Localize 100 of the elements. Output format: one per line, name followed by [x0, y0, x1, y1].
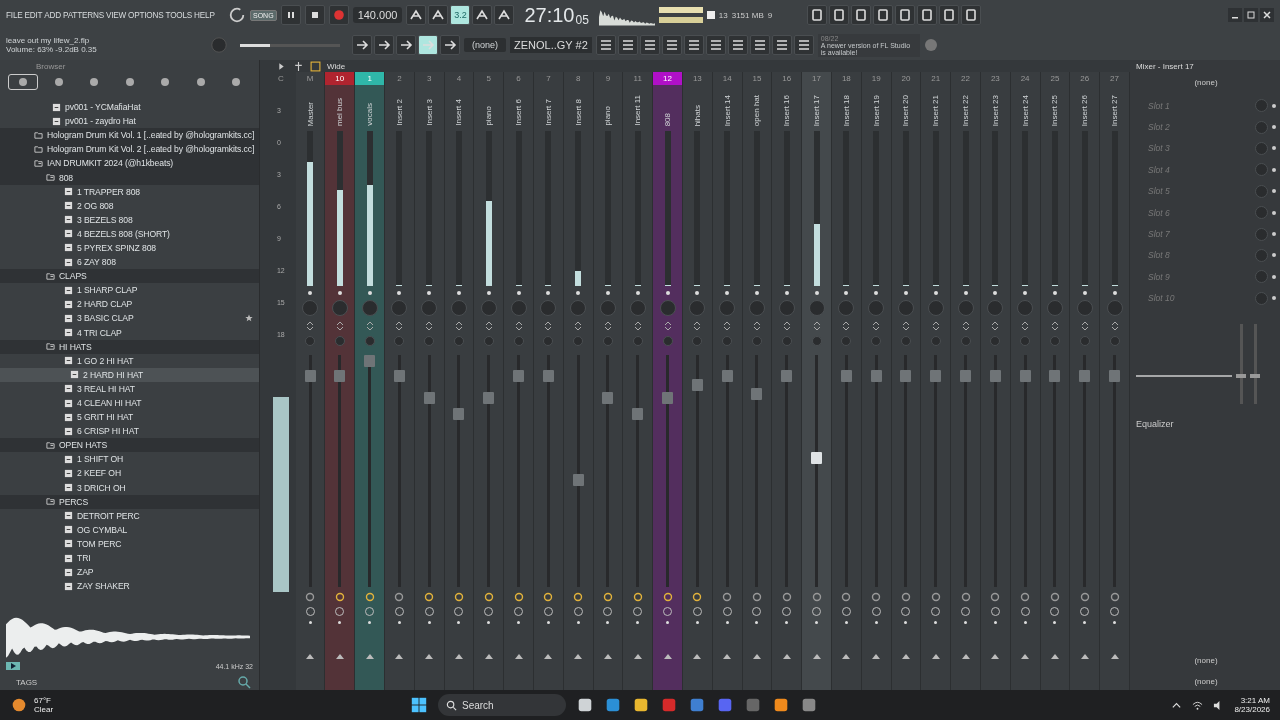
insert-name[interactable]: Insert 23	[990, 94, 1000, 126]
enable-dot[interactable]	[725, 291, 730, 295]
fx-enable-icon[interactable]	[632, 592, 643, 602]
enable-dot[interactable]	[576, 291, 581, 295]
route-dot[interactable]	[427, 621, 431, 624]
insert-name[interactable]: Insert 22	[961, 94, 971, 126]
fx-enable-icon[interactable]	[394, 592, 405, 602]
stereo-arrows-icon[interactable]	[692, 321, 703, 331]
sample-item[interactable]: pv001 - zaydro Hat	[65, 116, 136, 127]
insert-name[interactable]: Insert 11	[633, 95, 643, 126]
enable-dot[interactable]	[874, 291, 879, 295]
mixer-strip[interactable]: 23 Insert 23	[980, 72, 1011, 690]
stereo-arrows-icon[interactable]	[394, 321, 405, 331]
route-dot[interactable]	[1053, 621, 1057, 624]
stereo-arrows-icon[interactable]	[751, 321, 762, 331]
stereo-arrows-icon[interactable]	[662, 321, 673, 331]
insert-name[interactable]: Insert 8	[573, 99, 583, 126]
stereo-arrows-icon[interactable]	[871, 321, 882, 331]
stereo-arrows-icon[interactable]	[305, 321, 315, 331]
route-dot[interactable]	[1023, 621, 1027, 624]
master-volume-slider[interactable]	[240, 43, 340, 47]
fx-enable-icon[interactable]	[871, 592, 882, 602]
enable-dot[interactable]	[1112, 291, 1117, 295]
enable-dot[interactable]	[754, 291, 759, 295]
pause-button[interactable]	[280, 5, 301, 25]
stereo-arrows-icon[interactable]	[602, 321, 613, 331]
mixer-strip[interactable]: 22 Insert 22	[951, 72, 981, 690]
fx-enable-icon[interactable]	[305, 592, 315, 602]
enable-dot[interactable]	[308, 291, 312, 295]
mixer-strip[interactable]: 16 Insert 16	[772, 72, 803, 690]
sample-item[interactable]: 6 CRISP HI HAT	[77, 426, 139, 437]
mixer-strip[interactable]: 17 Insert 17	[802, 72, 832, 690]
fx-enable-icon[interactable]	[1109, 592, 1120, 602]
mixer-strip[interactable]: 24 Insert 24	[1010, 72, 1041, 690]
sample-item[interactable]: ZAP	[77, 567, 94, 578]
taskbar-search-field[interactable]: Search	[438, 694, 566, 716]
mixer-strip[interactable]: 12 808	[653, 72, 683, 690]
menu-item[interactable]: VIEW	[105, 10, 127, 20]
enable-dot[interactable]	[665, 291, 670, 295]
route-dot[interactable]	[755, 621, 759, 624]
route-dot[interactable]	[964, 621, 968, 624]
enable-dot[interactable]	[397, 291, 402, 295]
input-dropdown[interactable]: (none)	[1194, 78, 1218, 87]
folder-item[interactable]: HI HATS	[59, 341, 92, 352]
sample-item[interactable]: TOM PERC	[77, 538, 122, 549]
stereo-arrows-icon[interactable]	[841, 321, 852, 331]
arrow-right-icon[interactable]	[374, 35, 394, 55]
folder-item[interactable]: 808	[59, 172, 74, 183]
mixer-strip[interactable]: 27 Insert 27	[1100, 72, 1130, 690]
wifi-icon[interactable]	[1192, 699, 1204, 711]
pattern-dropdown[interactable]: (none)	[464, 38, 506, 52]
insert-name[interactable]: Insert 7	[543, 99, 553, 126]
mixer-strip[interactable]: 6 Insert 6	[504, 72, 534, 690]
fx-enable-icon[interactable]	[841, 592, 852, 602]
mixer-strip[interactable]: 10 mel bus	[325, 72, 356, 690]
stereo-arrows-icon[interactable]	[334, 321, 345, 331]
mixer-strip[interactable]: 20 Insert 20	[891, 72, 922, 690]
route-dot[interactable]	[546, 621, 550, 624]
fx-enable-icon[interactable]	[960, 592, 971, 602]
pattern-selector[interactable]: ZENOL..GY #2	[510, 37, 592, 53]
close-button[interactable]	[1260, 8, 1274, 22]
enable-dot[interactable]	[963, 291, 968, 295]
sample-item[interactable]: OG CYMBAL	[77, 524, 128, 535]
fx-enable-icon[interactable]	[334, 592, 345, 602]
mixer-strip[interactable]: 21 Insert 21	[921, 72, 952, 690]
sample-item[interactable]: 4 TRI CLAP	[77, 327, 122, 338]
route-dot[interactable]	[457, 621, 461, 624]
mixer-strip[interactable]: 14 Insert 14	[712, 72, 743, 690]
enable-dot[interactable]	[516, 291, 521, 295]
mixer-strip[interactable]: 13 hihats	[682, 72, 713, 690]
route-dot[interactable]	[636, 621, 640, 624]
insert-name[interactable]: Insert 25	[1050, 94, 1060, 126]
route-dot[interactable]	[666, 621, 670, 624]
sample-item[interactable]: 2 OG 808	[77, 200, 114, 211]
enable-dot[interactable]	[605, 291, 610, 295]
fx-enable-icon[interactable]	[751, 592, 762, 602]
stereo-arrows-icon[interactable]	[1020, 321, 1031, 331]
fx-enable-icon[interactable]	[602, 592, 613, 602]
output-dropdown[interactable]: (none)	[1194, 656, 1218, 665]
stereo-arrows-icon[interactable]	[364, 321, 375, 331]
search-icon[interactable]	[237, 675, 251, 689]
insert-name[interactable]: 808	[663, 112, 673, 126]
fx-enable-icon[interactable]	[990, 592, 1001, 602]
route-dot[interactable]	[815, 621, 819, 624]
insert-name[interactable]: Insert 4	[454, 99, 464, 126]
fx-enable-icon[interactable]	[364, 592, 375, 602]
insert-name[interactable]: Insert 19	[871, 94, 881, 126]
route-dot[interactable]	[785, 621, 789, 624]
stereo-arrows-icon[interactable]	[960, 321, 971, 331]
sample-item[interactable]: 1 SHIFT OH	[77, 454, 124, 465]
insert-name[interactable]: Insert 20	[901, 94, 911, 126]
stereo-arrows-icon[interactable]	[1079, 321, 1090, 331]
insert-name[interactable]: Insert 26	[1080, 94, 1090, 126]
fx-enable-icon[interactable]	[1049, 592, 1060, 602]
route-dot[interactable]	[904, 621, 908, 624]
stereo-arrows-icon[interactable]	[900, 321, 911, 331]
mixer-strip[interactable]: 26 Insert 26	[1070, 72, 1101, 690]
fx-enable-icon[interactable]	[722, 592, 733, 602]
mixer-strip[interactable]: 2 Insert 2	[385, 72, 415, 690]
route-dot[interactable]	[308, 621, 312, 624]
